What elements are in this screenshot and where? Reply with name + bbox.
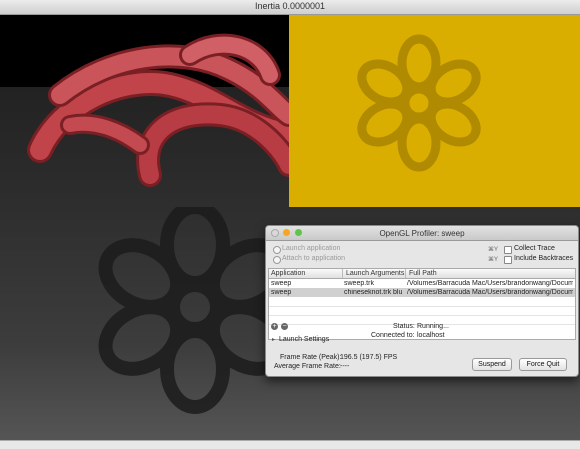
status-label: Status:	[393, 323, 415, 330]
cell-full-path: /Volumes/Barracuda Mac/Users/brandonwang…	[407, 289, 573, 296]
column-header-full-path[interactable]: Full Path	[409, 270, 437, 277]
attach-radio[interactable]	[273, 256, 281, 264]
shortcut-hint: ⌘Y	[488, 257, 499, 263]
perspective-view	[0, 15, 289, 207]
include-backtraces-label: Include Backtraces	[514, 255, 574, 262]
table-row[interactable]: sweep sweep.trk /Volumes/Barracuda Mac/U…	[269, 279, 575, 288]
column-divider	[342, 269, 343, 278]
connected-value: localhost	[417, 332, 445, 339]
frame-rate-label: Frame Rate (Peak):	[280, 354, 342, 361]
disclosure-triangle-icon[interactable]: ▸	[272, 336, 275, 343]
knot-render	[27, 33, 289, 187]
collect-trace-checkbox[interactable]	[504, 246, 512, 254]
launch-option-label[interactable]: Launch application	[282, 245, 340, 252]
column-header-launch-arguments[interactable]: Launch Arguments	[346, 270, 404, 277]
cell-launch-arguments: sweep.trk	[344, 280, 374, 287]
table-row[interactable]: sweep chineseknot.trk blu /Volumes/Barra…	[269, 288, 575, 297]
profiler-titlebar[interactable]: OpenGL Profiler: sweep	[266, 226, 578, 241]
status-value: Running...	[417, 323, 449, 330]
launch-settings-label[interactable]: Launch Settings	[279, 336, 329, 343]
collect-trace-label: Collect Trace	[514, 245, 555, 252]
cell-full-path: /Volumes/Barracuda Mac/Users/brandonwang…	[407, 280, 573, 287]
add-button[interactable]: +	[271, 323, 278, 330]
column-divider	[405, 269, 406, 278]
avg-frame-rate-value: ----	[340, 363, 350, 370]
main-window: Inertia 0.0000001	[0, 0, 580, 449]
shortcut-hint: ⌘Y	[488, 247, 499, 253]
frame-rate-value: 196.5 (197.5) FPS	[340, 354, 398, 361]
table-header: Application Launch Arguments Full Path	[269, 269, 575, 279]
profiler-title: OpenGL Profiler: sweep	[379, 229, 465, 238]
launch-radio[interactable]	[273, 246, 281, 254]
row-divider	[269, 306, 575, 307]
opengl-profiler-panel: OpenGL Profiler: sweep Launch applicatio…	[265, 225, 579, 377]
cell-application: sweep	[271, 280, 292, 287]
cell-launch-arguments: chineseknot.trk blu	[344, 289, 403, 296]
remove-button[interactable]: −	[281, 323, 288, 330]
window-titlebar[interactable]: Inertia 0.0000001	[0, 0, 580, 15]
column-header-application[interactable]: Application	[271, 270, 305, 277]
suspend-button[interactable]: Suspend	[472, 358, 512, 371]
force-quit-button[interactable]: Force Quit	[519, 358, 567, 371]
shadow-map-view	[289, 15, 580, 225]
include-backtraces-checkbox[interactable]	[504, 256, 512, 264]
attach-option-label[interactable]: Attach to application	[282, 255, 345, 262]
flower-shadow	[357, 34, 481, 172]
connected-label: Connected to:	[371, 332, 415, 339]
cell-application: sweep	[271, 289, 292, 296]
window-title: Inertia 0.0000001	[254, 1, 326, 11]
row-divider	[269, 315, 575, 316]
avg-frame-rate-label: Average Frame Rate:	[274, 363, 341, 370]
